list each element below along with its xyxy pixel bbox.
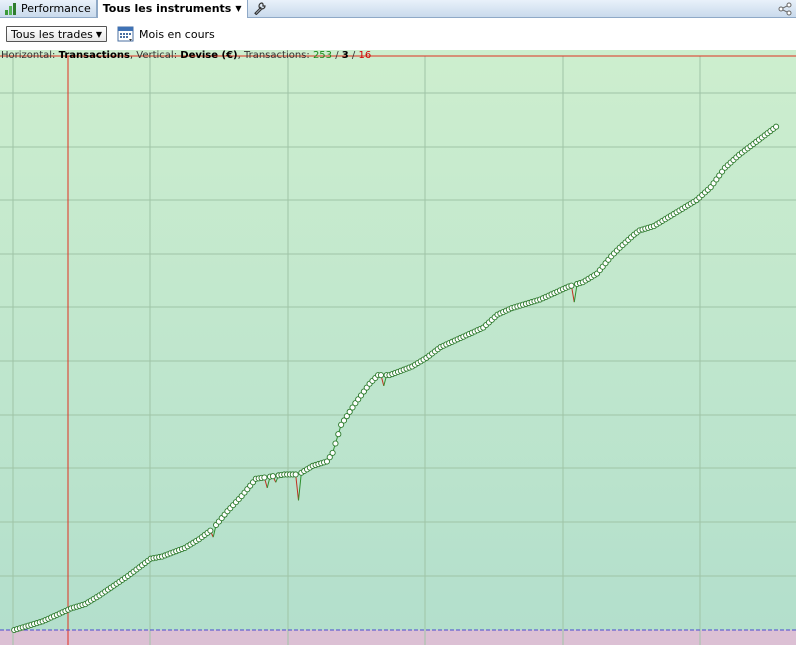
equity-chart: Horizontal: Transactions, Vertical: Devi… [0, 50, 796, 645]
equity-point[interactable] [335, 431, 342, 438]
equity-point[interactable] [773, 123, 780, 130]
tab-performance-label: Performance [21, 2, 91, 15]
horizontal-prefix: Horizontal: [1, 50, 59, 61]
vertical-axis-label: Devise (€) [180, 50, 238, 61]
chart-header: Horizontal: Transactions, Vertical: Devi… [1, 50, 371, 62]
below-zero-area [0, 630, 796, 645]
vertical-prefix: , Vertical: [129, 50, 181, 61]
calendar-icon[interactable] [117, 25, 135, 43]
plot-background [0, 50, 796, 630]
equity-point[interactable] [329, 449, 336, 456]
toolbar: Tous les trades ▼ Mois en cours [0, 18, 796, 50]
transactions-prefix: , Transactions: [237, 50, 313, 61]
neutral-transactions: 3 [341, 50, 349, 61]
tab-tous-les-instruments[interactable]: Tous les instruments ▼ [96, 0, 248, 18]
tab-instruments-label: Tous les instruments [102, 2, 232, 15]
tab-performance[interactable]: Performance [0, 0, 97, 18]
period-label[interactable]: Mois en cours [139, 28, 215, 41]
tools-button[interactable] [248, 0, 271, 18]
top-tab-bar: Performance Tous les instruments ▼ [0, 0, 796, 18]
trades-filter-value: Tous les trades [11, 27, 93, 41]
bar-chart-icon [5, 2, 16, 15]
separator: / [332, 50, 342, 61]
chevron-down-icon: ▼ [235, 4, 242, 13]
equity-point[interactable] [292, 471, 299, 478]
equity-point[interactable] [207, 527, 214, 534]
equity-point[interactable] [568, 282, 575, 289]
chevron-down-icon: ▼ [95, 29, 103, 39]
equity-point[interactable] [377, 372, 384, 379]
separator: / [348, 50, 359, 61]
losing-transactions: 16 [358, 50, 372, 61]
horizontal-axis-label: Transactions [58, 50, 130, 61]
wrench-icon [253, 2, 266, 15]
equity-point[interactable] [269, 473, 276, 480]
trades-filter-dropdown[interactable]: Tous les trades ▼ [6, 26, 108, 42]
share-icon[interactable] [778, 2, 792, 16]
total-transactions: 253 [312, 50, 333, 61]
equity-point[interactable] [261, 474, 268, 481]
equity-point[interactable] [332, 440, 339, 447]
equity-chart-canvas [0, 50, 796, 645]
